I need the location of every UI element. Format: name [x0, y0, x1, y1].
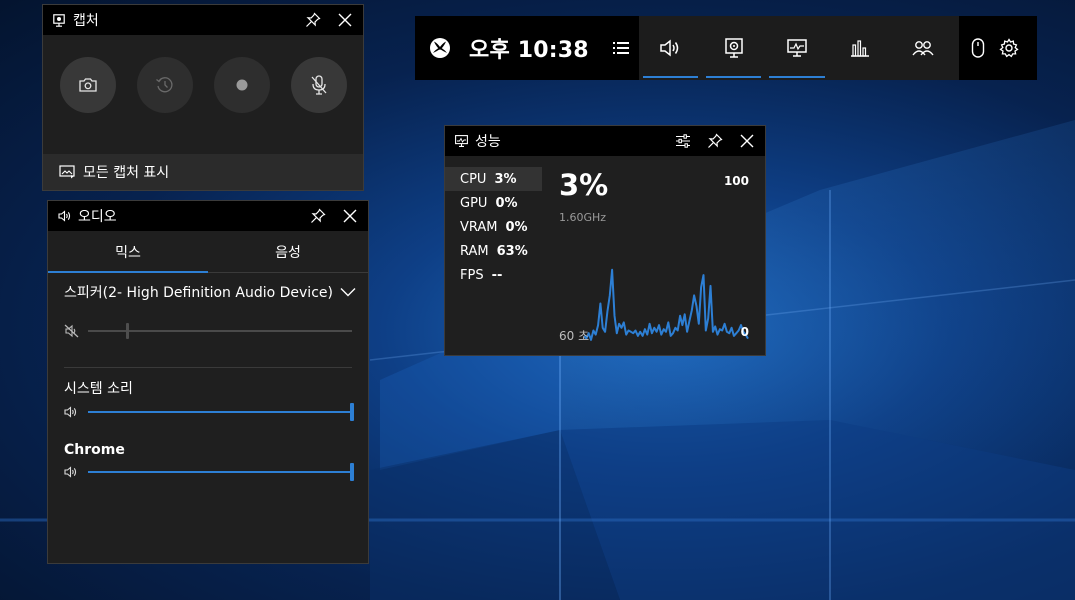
- pin-icon: [708, 133, 723, 148]
- show-all-captures-link[interactable]: 모든 캡처 표시: [43, 154, 363, 190]
- tab-voice[interactable]: 음성: [208, 231, 368, 272]
- capture-titlebar[interactable]: 캡처: [43, 5, 363, 35]
- pin-icon: [311, 208, 326, 223]
- close-button[interactable]: [333, 8, 357, 32]
- mouse-icon[interactable]: [971, 38, 985, 58]
- cpu-usage-line: [583, 268, 749, 341]
- tab-mix[interactable]: 믹스: [48, 231, 208, 273]
- mute-toggle[interactable]: [64, 324, 88, 338]
- chrome-volume-slider[interactable]: [88, 463, 354, 481]
- pin-icon: [306, 12, 321, 27]
- system-sounds-volume-row: [48, 398, 368, 426]
- graph-window-label: 60 초: [559, 329, 590, 343]
- game-bar-system: [959, 16, 1037, 80]
- pin-button[interactable]: [306, 204, 330, 228]
- show-all-captures-label: 모든 캡처 표시: [83, 165, 170, 181]
- game-bar-home: 오후 10:38: [415, 16, 639, 80]
- camera-icon: [79, 78, 97, 92]
- metric-gpu[interactable]: GPU 0%: [445, 191, 542, 215]
- social-widget-button[interactable]: [896, 16, 951, 80]
- performance-icon: [455, 135, 468, 147]
- system-sounds-volume-thumb[interactable]: [350, 403, 354, 421]
- pin-button[interactable]: [703, 129, 727, 153]
- system-sounds-mute-toggle[interactable]: [64, 406, 88, 418]
- performance-body: CPU 3% GPU 0% VRAM 0% RAM 63% FPS -- 3% 1.60G…: [445, 156, 765, 355]
- graph-min-label: 0: [740, 325, 749, 339]
- settings-gear-icon[interactable]: [999, 38, 1019, 58]
- metric-cpu[interactable]: CPU 3%: [445, 167, 542, 191]
- device-volume-thumb[interactable]: [125, 323, 129, 339]
- capture-icon: [725, 38, 743, 58]
- device-volume-row: [48, 311, 368, 351]
- performance-titlebar[interactable]: 성능: [445, 126, 765, 156]
- close-icon: [343, 209, 357, 223]
- capture-title: 캡처: [73, 13, 99, 29]
- device-volume-slider[interactable]: [88, 323, 352, 339]
- metric-ram[interactable]: RAM 63%: [445, 239, 542, 263]
- chevron-down-icon: [340, 288, 356, 297]
- system-sounds-volume-slider[interactable]: [88, 403, 354, 421]
- metric-vram[interactable]: VRAM 0%: [445, 215, 542, 239]
- mic-off-icon: [311, 75, 327, 95]
- performance-widget: 성능 CPU 3% GPU 0% VRAM 0% RAM 63% FPS -- …: [444, 125, 766, 356]
- chrome-mute-toggle[interactable]: [64, 466, 88, 478]
- audio-widget-button[interactable]: [643, 16, 699, 80]
- social-icon: [912, 41, 934, 56]
- start-recording-button[interactable]: [214, 57, 270, 113]
- audio-widget: 오디오 믹스 음성 스피커(2- High Definition Audio D…: [47, 200, 369, 564]
- capture-buttons: [43, 35, 363, 113]
- clock: 오후 10:38: [469, 38, 589, 63]
- performance-widget-button[interactable]: [769, 16, 825, 80]
- game-bar: 오후 10:38: [415, 16, 1037, 80]
- chrome-volume-row: [48, 458, 368, 486]
- capture-icon: [53, 13, 65, 27]
- chrome-volume-thumb[interactable]: [350, 463, 354, 481]
- close-icon: [338, 13, 352, 27]
- pin-button[interactable]: [301, 8, 325, 32]
- options-button[interactable]: [671, 129, 695, 153]
- audio-titlebar[interactable]: 오디오: [48, 201, 368, 231]
- record-last-icon: [156, 77, 173, 93]
- cpu-clock-speed: 1.60GHz: [559, 211, 607, 224]
- audio-tabs: 믹스 음성: [48, 231, 368, 273]
- speaker-muted-icon: [64, 324, 79, 338]
- screenshot-button[interactable]: [60, 57, 116, 113]
- xbox-logo-icon[interactable]: [429, 37, 451, 59]
- gallery-icon: [59, 165, 75, 179]
- output-device-select[interactable]: 스피커(2- High Definition Audio Device): [48, 273, 368, 311]
- widget-menu-icon[interactable]: [612, 42, 629, 54]
- speaker-icon: [64, 466, 77, 478]
- speaker-icon: [659, 39, 678, 57]
- chrome-volume-fill: [88, 471, 352, 473]
- metric-fps[interactable]: FPS --: [445, 263, 542, 287]
- system-sounds-volume-fill: [88, 411, 352, 413]
- performance-icon: [787, 39, 807, 57]
- speaker-icon: [58, 210, 71, 222]
- record-dot-icon: [236, 79, 248, 91]
- sliders-icon: [676, 134, 690, 148]
- capture-widget-button[interactable]: [706, 16, 762, 80]
- close-button[interactable]: [338, 204, 362, 228]
- game-bar-widgets: [639, 16, 959, 80]
- app-label-chrome: Chrome: [64, 442, 125, 458]
- app-label-system-sounds: 시스템 소리: [64, 381, 133, 397]
- metric-list: CPU 3% GPU 0% VRAM 0% RAM 63% FPS --: [445, 156, 542, 355]
- bar-chart-icon: [851, 40, 870, 57]
- close-button[interactable]: [735, 129, 759, 153]
- capture-widget: 캡처 모든 캡처 표시: [42, 4, 364, 191]
- audio-title: 오디오: [78, 209, 117, 225]
- speaker-icon: [64, 406, 77, 418]
- performance-chart: 3% 1.60GHz 100 0 60 초: [542, 156, 765, 355]
- graph-max-label: 100: [723, 174, 749, 188]
- record-last-30s-button[interactable]: [137, 57, 193, 113]
- close-icon: [740, 134, 754, 148]
- mic-toggle-button[interactable]: [291, 57, 347, 113]
- performance-title: 성능: [475, 134, 501, 150]
- resources-widget-button[interactable]: [833, 16, 888, 80]
- output-device-name: 스피커(2- High Definition Audio Device): [64, 285, 333, 301]
- current-cpu-value: 3%: [559, 168, 609, 202]
